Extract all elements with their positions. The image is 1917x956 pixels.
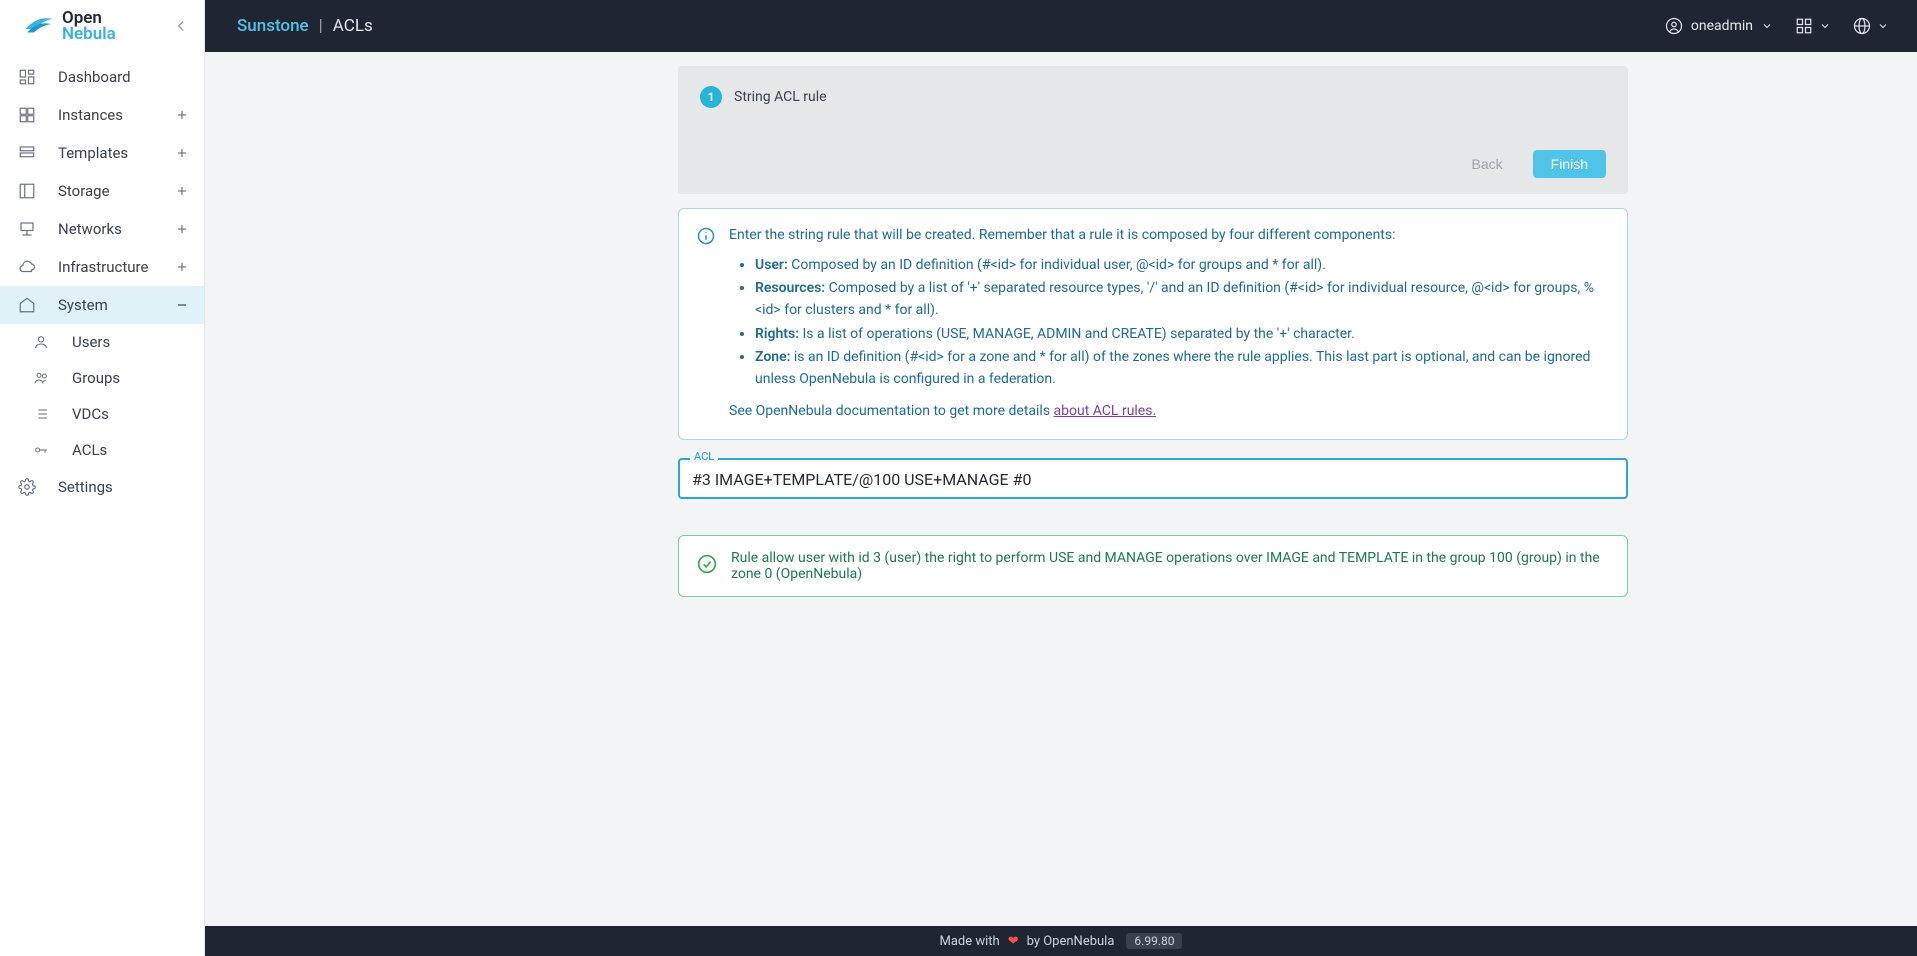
home-icon — [14, 296, 40, 314]
storage-icon — [14, 182, 40, 200]
minus-icon — [174, 298, 190, 312]
sidebar-item-label: Settings — [58, 478, 156, 496]
sidebar-item-label: System — [58, 296, 156, 314]
sidebar-item-label: Users — [72, 333, 110, 351]
breadcrumb: Sunstone | ACLs — [237, 16, 373, 36]
breadcrumb-app[interactable]: Sunstone — [237, 16, 309, 36]
footer-version: 6.99.80 — [1126, 933, 1182, 949]
info-box: Enter the string rule that will be creat… — [678, 208, 1628, 440]
plus-icon — [174, 260, 190, 274]
sidebar-item-infrastructure[interactable]: Infrastructure — [0, 248, 204, 286]
step-number-badge: 1 — [700, 86, 722, 108]
finish-button[interactable]: Finish — [1533, 150, 1606, 178]
info-icon — [697, 227, 715, 423]
opennebula-logo-icon — [22, 10, 56, 42]
sidebar-item-instances[interactable]: Instances — [0, 96, 204, 134]
sidebar-item-label: ACLs — [72, 441, 107, 459]
user-menu-button[interactable]: oneadmin — [1665, 17, 1773, 35]
sidebar-item-storage[interactable]: Storage — [0, 172, 204, 210]
sidebar-item-networks[interactable]: Networks — [0, 210, 204, 248]
info-item-rights: Rights: Is a list of operations (USE, MA… — [755, 324, 1609, 346]
list-icon — [28, 406, 54, 422]
cloud-icon — [14, 258, 40, 276]
acl-field-wrap: ACL — [678, 458, 1628, 499]
breadcrumb-page: ACLs — [333, 16, 373, 36]
sidebar-item-label: Infrastructure — [58, 258, 156, 276]
sidebar-item-label: Storage — [58, 182, 156, 200]
plus-icon — [174, 146, 190, 160]
footer-made: Made with — [940, 934, 1000, 949]
sidebar: OpenNebula Dashboard Instances Templates — [0, 0, 205, 956]
wizard-step: 1 String ACL rule — [700, 86, 1606, 108]
info-item-resources: Resources: Composed by a list of '+' sep… — [755, 278, 1609, 321]
content: 1 String ACL rule Back Finish Enter the … — [205, 52, 1917, 926]
templates-icon — [14, 144, 40, 162]
sidebar-item-dashboard[interactable]: Dashboard — [0, 58, 204, 96]
footer-by: by OpenNebula — [1027, 934, 1115, 949]
plus-icon — [174, 222, 190, 236]
user-circle-icon — [1665, 17, 1683, 35]
check-circle-icon — [697, 554, 717, 578]
sidebar-item-label: Instances — [58, 106, 156, 124]
sidebar-item-label: Networks — [58, 220, 156, 238]
logo-text: OpenNebula — [62, 10, 116, 42]
chevron-down-icon — [1877, 20, 1889, 32]
info-body: Enter the string rule that will be creat… — [729, 225, 1609, 423]
info-intro: Enter the string rule that will be creat… — [729, 225, 1609, 247]
grid-icon — [14, 106, 40, 124]
info-item-user: User: Composed by an ID definition (#<id… — [755, 255, 1609, 277]
breadcrumb-sep: | — [319, 16, 323, 36]
topbar: Sunstone | ACLs oneadmin — [205, 0, 1917, 52]
apps-grid-icon — [1795, 17, 1813, 35]
back-button[interactable]: Back — [1454, 150, 1521, 178]
heart-icon: ❤ — [1008, 934, 1019, 949]
sidebar-item-settings[interactable]: Settings — [0, 468, 204, 506]
users-icon — [28, 370, 54, 386]
collapse-sidebar-button[interactable] — [172, 17, 190, 35]
footer: Made with ❤ by OpenNebula 6.99.80 — [205, 926, 1917, 956]
wizard-card: 1 String ACL rule Back Finish — [678, 66, 1628, 194]
sidebar-item-label: Dashboard — [58, 68, 156, 86]
info-item-zone: Zone: is an ID definition (#<id> for a z… — [755, 347, 1609, 390]
sidebar-item-label: Templates — [58, 144, 156, 162]
main: Sunstone | ACLs oneadmin — [205, 0, 1917, 956]
globe-icon — [1853, 17, 1871, 35]
network-icon — [14, 220, 40, 238]
logo[interactable]: OpenNebula — [22, 10, 116, 42]
plus-icon — [174, 184, 190, 198]
sidebar-subitem-acls[interactable]: ACLs — [14, 432, 190, 468]
logo-row: OpenNebula — [0, 0, 204, 52]
sidebar-item-system[interactable]: System — [0, 286, 204, 324]
topbar-right: oneadmin — [1665, 17, 1889, 35]
sidebar-subitem-groups[interactable]: Groups — [14, 360, 190, 396]
zone-menu-button[interactable] — [1853, 17, 1889, 35]
apps-menu-button[interactable] — [1795, 17, 1831, 35]
sidebar-subitem-vdcs[interactable]: VDCs — [14, 396, 190, 432]
sidebar-subitem-users[interactable]: Users — [14, 324, 190, 360]
chevron-down-icon — [1819, 20, 1831, 32]
plus-icon — [174, 108, 190, 122]
user-icon — [28, 334, 54, 350]
chevron-down-icon — [1761, 20, 1773, 32]
success-box: Rule allow user with id 3 (user) the rig… — [678, 535, 1628, 597]
nav: Dashboard Instances Templates Storage Ne — [0, 52, 204, 506]
success-text: Rule allow user with id 3 (user) the rig… — [731, 550, 1609, 582]
gear-icon — [14, 478, 40, 496]
acl-input[interactable] — [678, 458, 1628, 499]
user-name: oneadmin — [1691, 18, 1753, 34]
sidebar-item-templates[interactable]: Templates — [0, 134, 204, 172]
system-submenu: Users Groups VDCs ACLs — [0, 324, 204, 468]
info-doc-line: See OpenNebula documentation to get more… — [729, 401, 1609, 423]
key-icon — [28, 442, 54, 458]
acl-field-label: ACL — [690, 450, 718, 463]
step-title: String ACL rule — [734, 89, 827, 105]
about-acl-rules-link[interactable]: about ACL rules. — [1054, 403, 1157, 419]
dashboard-icon — [14, 68, 40, 86]
sidebar-item-label: VDCs — [72, 405, 109, 423]
sidebar-item-label: Groups — [72, 369, 120, 387]
